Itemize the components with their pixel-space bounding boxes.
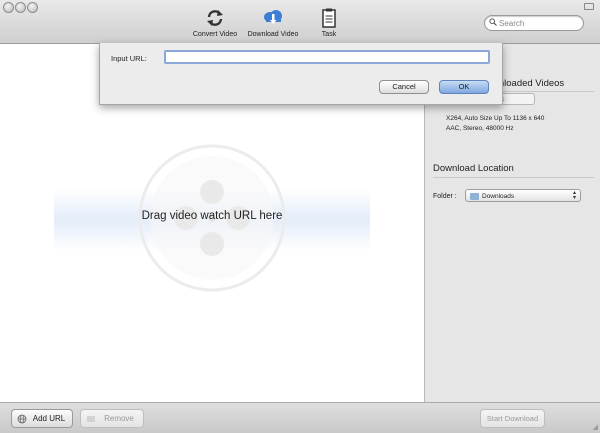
drop-hint-text: Drag video watch URL here [141,210,283,222]
download-location-title: Download Location [433,163,514,174]
location-divider [433,177,594,178]
cancel-button[interactable]: Cancel [379,80,429,94]
select-arrows-icon: ▴ ▾ [572,190,576,201]
download-video-button[interactable]: Download Video [247,8,299,38]
refresh-icon [207,10,223,26]
folder-select-value: Downloads [482,193,515,200]
window-zoom-button[interactable] [27,2,38,13]
globe-add-icon [17,414,27,424]
window-minimize-button[interactable] [15,2,26,13]
task-button[interactable]: Task [318,8,340,38]
input-url-label: Input URL: [111,54,147,63]
bottom-bar: Add URL Remove Start Download ◢ [0,402,600,433]
search-field[interactable] [484,15,584,31]
input-url-sheet: Input URL: Cancel OK [99,43,503,105]
remove-button[interactable]: Remove [80,409,144,428]
toolbar-toggle-button[interactable] [584,3,594,10]
search-input[interactable] [499,16,579,30]
resize-grip-icon[interactable]: ◢ [593,423,598,431]
remove-label: Remove [104,414,134,423]
audio-info-text: AAC, Stereo, 48000 Hz [446,125,514,132]
folder-select[interactable]: Downloads ▴ ▾ [465,189,581,202]
add-url-button[interactable]: Add URL [11,409,73,428]
list-remove-icon [87,416,95,422]
toolbar: Convert Video Download Video Task [0,0,600,44]
window-close-button[interactable] [3,2,14,13]
convert-video-label: Convert Video [192,31,238,38]
video-info-text: X264, Auto Size Up To 1136 x 640 [446,115,545,122]
folder-label: Folder : [433,193,457,200]
url-input[interactable] [164,50,490,64]
cloud-download-icon [264,10,282,24]
ok-button[interactable]: OK [439,80,489,94]
add-url-label: Add URL [32,414,66,423]
download-video-label: Download Video [247,31,299,38]
convert-video-button[interactable]: Convert Video [192,8,238,38]
folder-icon [470,193,479,200]
task-label: Task [321,31,337,38]
start-download-button[interactable]: Start Download [480,409,545,428]
search-icon [489,18,497,26]
clipboard-icon [322,8,336,28]
